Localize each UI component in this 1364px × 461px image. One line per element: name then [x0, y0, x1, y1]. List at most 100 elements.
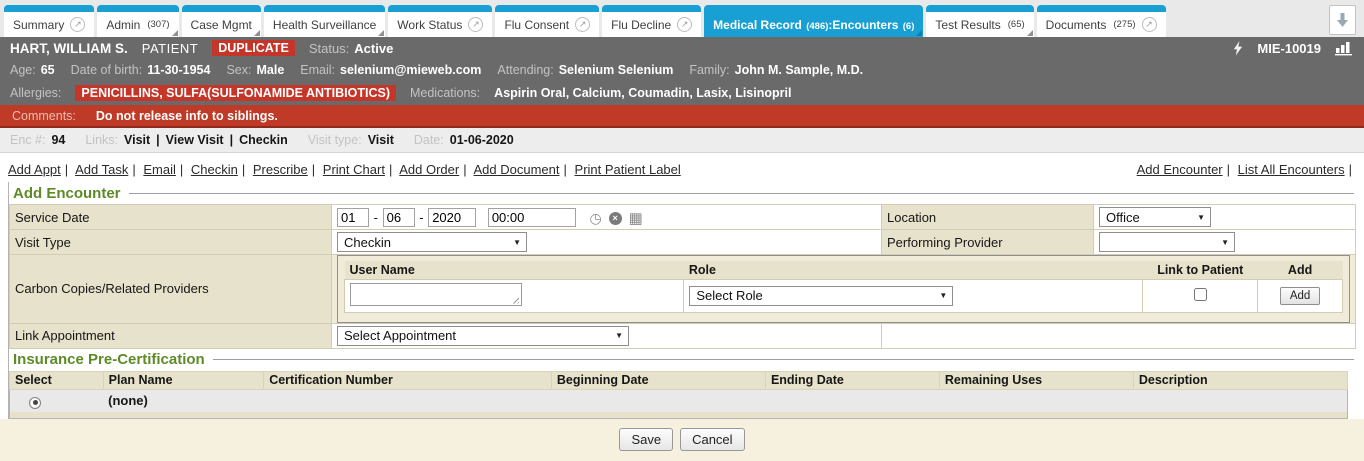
separator: | [132, 162, 135, 177]
visit-type-row: Visit Type Checkin ▼ Performing Provider… [10, 230, 1356, 255]
add-cell: Add [1258, 279, 1343, 312]
patient-header-row1: HART, WILLIAM S. PATIENT DUPLICATE Statu… [0, 37, 1364, 59]
table-footer-strip [10, 412, 1348, 418]
link-to-patient-cell [1143, 279, 1258, 312]
link-appointment-value: Select Appointment [344, 328, 456, 343]
ending-date-header: Ending Date [765, 371, 939, 389]
link-appointment-select[interactable]: Select Appointment ▼ [337, 326, 629, 346]
cancel-button[interactable]: Cancel [680, 428, 744, 451]
separator: | [463, 162, 466, 177]
add-encounter-form: Service Date - - ◷ × ▦ Location Office ▼ [9, 204, 1356, 349]
tab-label: Documents [1046, 18, 1107, 32]
popout-icon: ↗ [677, 17, 692, 32]
add-button[interactable]: Add [1280, 287, 1320, 305]
date-icon-group: ◷ × ▦ [589, 211, 642, 226]
save-button[interactable]: Save [619, 428, 673, 451]
chevron-down-icon: ▼ [1197, 213, 1205, 222]
link-print-patient-label[interactable]: Print Patient Label [575, 162, 681, 177]
link-print-chart[interactable]: Print Chart [323, 162, 385, 177]
link-add-task[interactable]: Add Task [75, 162, 128, 177]
insurance-precert-table: Select Plan Name Certification Number Be… [9, 371, 1348, 419]
tab-work-status[interactable]: Work Status ↗ [388, 5, 492, 37]
performing-provider-label: Performing Provider [882, 230, 1094, 255]
tab-flu-consent[interactable]: Flu Consent ↗ [495, 5, 599, 37]
separator: | [389, 162, 392, 177]
separator: | [180, 162, 183, 177]
tab-health-surveillance[interactable]: Health Surveillance [264, 5, 385, 37]
chevron-down-icon: ▼ [513, 238, 521, 247]
comments-bar: Comments: Do not release info to sibling… [0, 105, 1364, 128]
tab-test-results[interactable]: Test Results (65) [926, 5, 1033, 37]
precert-radio[interactable] [29, 397, 41, 409]
link-add-appt[interactable]: Add Appt [8, 162, 61, 177]
visit-type-cell: Checkin ▼ [332, 230, 882, 255]
chart-icon[interactable] [1335, 41, 1354, 56]
tab-admin[interactable]: Admin (307) [97, 5, 178, 37]
link-add-order[interactable]: Add Order [399, 162, 459, 177]
link-checkin-action[interactable]: Checkin [191, 162, 238, 177]
link-add-encounter[interactable]: Add Encounter [1137, 162, 1223, 177]
popout-icon: ↗ [1142, 17, 1157, 32]
lightning-icon[interactable] [1233, 41, 1243, 56]
role-header: Role [684, 261, 1143, 279]
insurance-header-row: Select Plan Name Certification Number Be… [10, 371, 1348, 389]
empty-cell [551, 389, 765, 412]
service-date-year-input[interactable] [428, 208, 476, 227]
role-cell: Select Role ▼ [684, 279, 1143, 312]
link-list-all-encounters[interactable]: List All Encounters [1238, 162, 1345, 177]
dob-label: Date of birth: [71, 63, 143, 77]
remaining-uses-header: Remaining Uses [939, 371, 1133, 389]
download-chart-button[interactable] [1329, 5, 1356, 35]
links-label: Links: [85, 133, 118, 147]
service-date-label: Service Date [10, 205, 332, 230]
user-name-input[interactable] [350, 283, 522, 306]
email-label: Email: [300, 63, 335, 77]
patient-id: MIE-10019 [1257, 41, 1321, 56]
link-add-document[interactable]: Add Document [474, 162, 560, 177]
tab-flu-decline[interactable]: Flu Decline ↗ [602, 5, 701, 37]
separator: | [1227, 162, 1230, 177]
popout-icon: ↗ [468, 17, 483, 32]
link-checkin[interactable]: Checkin [239, 133, 288, 147]
tab-medical-record-encounters[interactable]: Medical Record (486):Encounters (6) [704, 5, 923, 37]
tab-count: (307) [147, 19, 169, 30]
separator: | [230, 133, 234, 147]
link-to-patient-checkbox[interactable] [1194, 288, 1207, 301]
add-header: Add [1258, 261, 1343, 279]
separator: | [312, 162, 315, 177]
location-select[interactable]: Office ▼ [1099, 207, 1211, 227]
visit-type-label: Visit type: [308, 133, 362, 147]
calendar-icon[interactable]: ▦ [629, 211, 643, 226]
allergies-badge[interactable]: PENICILLINS, SULFA(SULFONAMIDE ANTIBIOTI… [75, 85, 396, 101]
tab-label: Test Results [935, 18, 1000, 32]
link-view-visit[interactable]: View Visit [166, 133, 224, 147]
tab-summary[interactable]: Summary ↗ [4, 5, 94, 37]
service-date-month-input[interactable] [337, 208, 369, 227]
carbon-copies-input-row: Select Role ▼ Add [345, 279, 1343, 312]
link-prescribe[interactable]: Prescribe [253, 162, 308, 177]
duplicate-badge[interactable]: DUPLICATE [212, 40, 295, 56]
visit-type-select[interactable]: Checkin ▼ [337, 232, 527, 252]
patient-name: HART, WILLIAM S. [10, 41, 128, 56]
certification-number-header: Certification Number [264, 371, 552, 389]
clear-date-icon[interactable]: × [609, 212, 622, 225]
performing-provider-select[interactable]: ▼ [1099, 232, 1235, 252]
link-to-patient-header: Link to Patient [1143, 261, 1258, 279]
plan-name-cell: (none) [103, 389, 264, 412]
service-time-input[interactable] [488, 208, 576, 227]
tab-documents[interactable]: Documents (275) ↗ [1037, 5, 1166, 37]
clock-icon[interactable]: ◷ [589, 211, 601, 225]
tab-case-mgmt[interactable]: Case Mgmt [182, 5, 261, 37]
user-name-cell [345, 279, 684, 312]
carbon-copies-box: User Name Role Link to Patient Add [337, 255, 1350, 323]
link-visit[interactable]: Visit [124, 133, 150, 147]
tab-bar: Summary ↗ Admin (307) Case Mgmt Health S… [0, 0, 1364, 37]
form-footer: Save Cancel [0, 419, 1364, 461]
role-select[interactable]: Select Role ▼ [689, 286, 953, 306]
patient-header-row2: Age:65 Date of birth:11-30-1954 Sex:Male… [0, 59, 1364, 81]
download-arrow-icon [1336, 13, 1349, 28]
service-date-day-input[interactable] [383, 208, 415, 227]
select-header: Select [10, 371, 104, 389]
empty-cell [939, 389, 1133, 412]
link-email[interactable]: Email [143, 162, 176, 177]
